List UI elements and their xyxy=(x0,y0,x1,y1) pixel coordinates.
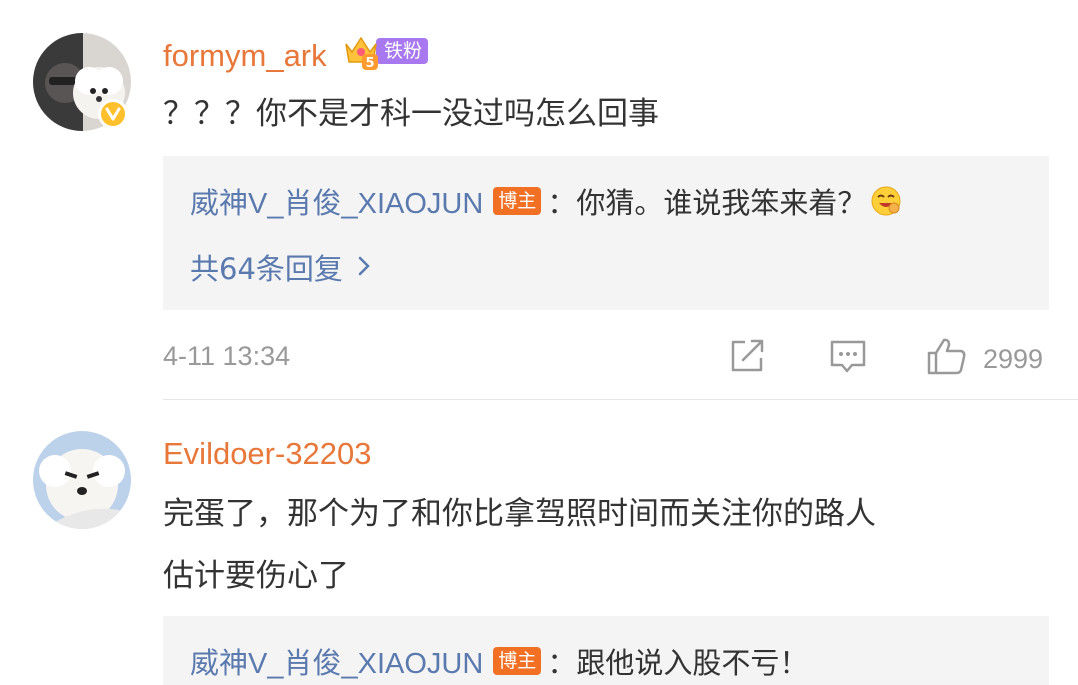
reply-username[interactable]: 威神V_肖俊_XIAOJUN xyxy=(190,180,483,222)
more-replies-link[interactable]: 共64条回复 xyxy=(190,246,371,288)
host-tag: 博主 xyxy=(493,647,542,675)
fan-badge-label: 铁粉 xyxy=(376,38,429,64)
svg-text:5: 5 xyxy=(365,56,374,70)
more-replies-label: 共64条回复 xyxy=(190,252,343,286)
username[interactable]: Evildoer-32203 xyxy=(163,436,372,472)
comment-text-line: 完蛋了，那个为了和你比拿驾照时间而关注你的路人 xyxy=(163,496,876,532)
comment-text: ？？？你不是才科一没过吗怎么回事 xyxy=(163,96,659,132)
fan-badge[interactable]: 5 铁粉 xyxy=(342,36,429,71)
thumbs-up-icon xyxy=(926,336,968,383)
host-tag: 博主 xyxy=(493,187,542,215)
reply-text: ：跟他说入股不亏！ xyxy=(547,646,809,680)
timestamp: 4-11 13:34 xyxy=(163,341,291,371)
comment-button[interactable] xyxy=(828,338,868,383)
comment-item: formym_ark 5 铁粉 ？？？你不是才科一没过吗怎么回事 威神V_肖俊_… xyxy=(0,0,1078,400)
reply-box[interactable]: 威神V_肖俊_XIAOJUN 博主 ：你猜。谁说我笨来着？ 共64条回复 xyxy=(163,156,1049,310)
comment-text-line: 估计要伤心了 xyxy=(163,558,349,594)
verified-icon xyxy=(98,99,128,129)
reply-username[interactable]: 威神V_肖俊_XIAOJUN xyxy=(190,640,483,682)
share-button[interactable] xyxy=(729,338,767,381)
share-icon xyxy=(729,338,767,381)
reply-box[interactable]: 威神V_肖俊_XIAOJUN 博主 ：跟他说入股不亏！ xyxy=(163,616,1049,685)
username[interactable]: formym_ark xyxy=(163,38,327,74)
reply-line: 威神V_肖俊_XIAOJUN 博主 ：你猜。谁说我笨来着？ xyxy=(190,180,902,222)
chevron-right-icon xyxy=(357,250,371,284)
like-button[interactable]: 2999 xyxy=(926,336,1043,383)
reply-line: 威神V_肖俊_XIAOJUN 博主 ：跟他说入股不亏！ xyxy=(190,640,808,682)
crown-icon: 5 xyxy=(342,32,380,71)
laughing-face-emoji xyxy=(870,185,902,217)
comment-icon xyxy=(828,338,868,383)
reply-text: ：你猜。谁说我笨来着？ xyxy=(547,186,867,220)
comment-item: Evildoer-32203 完蛋了，那个为了和你比拿驾照时间而关注你的路人 估… xyxy=(0,400,1078,685)
like-count: 2999 xyxy=(983,344,1044,374)
avatar[interactable] xyxy=(33,431,131,529)
